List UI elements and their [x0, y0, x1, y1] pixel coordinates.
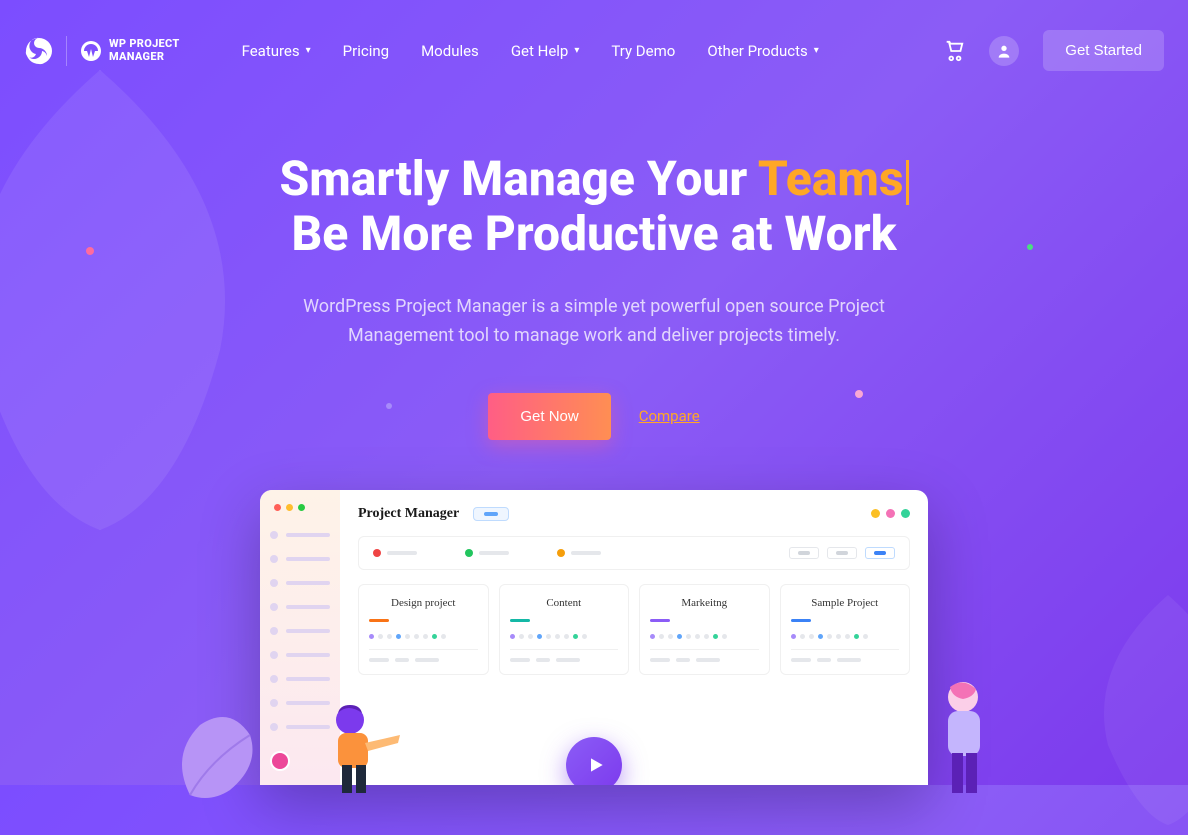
card-dots [369, 634, 478, 639]
decor-dot [855, 390, 863, 398]
nav-other-products[interactable]: Other Products ▾ [707, 42, 818, 60]
project-card: Content [499, 584, 630, 675]
mockup-tab [465, 547, 509, 559]
decor-dot [386, 403, 392, 409]
project-card: Markeitng [639, 584, 770, 675]
card-lines [369, 658, 478, 662]
nav-modules[interactable]: Modules [421, 42, 479, 60]
card-accent [510, 619, 530, 622]
project-card: Design project [358, 584, 489, 675]
minimize-dot [286, 504, 293, 511]
bg-leaf-right [1068, 585, 1188, 835]
typing-cursor [906, 160, 909, 205]
sidebar-item [270, 651, 330, 659]
hero-title-accent: Teams [758, 150, 904, 207]
view-chip-active [865, 547, 895, 559]
bg-leaf-left [0, 50, 300, 550]
header-dot [871, 509, 880, 518]
user-icon [996, 43, 1012, 59]
get-now-button[interactable]: Get Now [488, 393, 610, 440]
card-accent [369, 619, 389, 622]
play-video-button[interactable] [566, 737, 622, 785]
sidebar-item [270, 531, 330, 539]
view-chip [789, 547, 819, 559]
nav-label: Try Demo [611, 42, 675, 60]
nav-label: Get Help [511, 42, 569, 60]
cart-icon[interactable] [943, 40, 965, 62]
user-avatar[interactable] [989, 36, 1019, 66]
card-divider [369, 649, 478, 650]
header-actions: Get Started [943, 30, 1164, 71]
person-illustration-right [918, 675, 1008, 795]
decor-dot [86, 247, 94, 255]
chevron-down-icon: ▾ [306, 45, 311, 56]
brand-line1: WP PROJECT [109, 38, 180, 50]
card-title: Content [510, 597, 619, 609]
mockup-title: Project Manager [358, 506, 459, 522]
sidebar-item [270, 627, 330, 635]
window-traffic-lights [270, 504, 330, 511]
nav-get-help[interactable]: Get Help ▾ [511, 42, 580, 60]
card-dots [791, 634, 900, 639]
mockup-header-dots [871, 509, 910, 518]
card-title: Markeitng [650, 597, 759, 609]
card-dots [510, 634, 619, 639]
sidebar-item [270, 603, 330, 611]
sidebar-item [270, 579, 330, 587]
card-title: Design project [369, 597, 478, 609]
sidebar-item [270, 675, 330, 683]
mockup-tabs-right [789, 547, 895, 559]
mockup-tab [557, 547, 601, 559]
main-nav: Features ▾ Pricing Modules Get Help ▾ Tr… [242, 42, 819, 60]
header-dot [901, 509, 910, 518]
compare-link[interactable]: Compare [639, 407, 700, 425]
get-started-button[interactable]: Get Started [1043, 30, 1164, 71]
nav-pricing[interactable]: Pricing [343, 42, 389, 60]
mockup-tab [373, 547, 417, 559]
header-dot [886, 509, 895, 518]
mockup-tabs [358, 536, 910, 570]
mockup-header: Project Manager [358, 506, 910, 522]
play-icon [586, 755, 606, 775]
hero-subtitle: WordPress Project Manager is a simple ye… [254, 293, 934, 351]
chevron-down-icon: ▾ [574, 45, 579, 56]
mockup-tag-button [473, 507, 509, 521]
card-accent [791, 619, 811, 622]
hero-title-part1: Smartly Manage Your [279, 150, 757, 207]
nav-label: Other Products [707, 42, 807, 60]
card-accent [650, 619, 670, 622]
sidebar-item [270, 555, 330, 563]
close-dot [274, 504, 281, 511]
decor-dot [1027, 244, 1033, 250]
nav-try-demo[interactable]: Try Demo [611, 42, 675, 60]
view-chip [827, 547, 857, 559]
card-title: Sample Project [791, 597, 900, 609]
person-illustration-left [300, 695, 420, 795]
hero-title-part2: Be More Productive at Work [291, 205, 896, 262]
leaf-illustration [160, 705, 290, 805]
nav-label: Modules [421, 42, 479, 60]
card-dots [650, 634, 759, 639]
project-card: Sample Project [780, 584, 911, 675]
card-lines [791, 658, 900, 662]
maximize-dot [298, 504, 305, 511]
chevron-down-icon: ▾ [814, 45, 819, 56]
mockup-main: Project Manager Design project [340, 490, 928, 785]
mockup-cards-grid: Design project Content Markeitng Sample … [358, 584, 910, 675]
card-lines [510, 658, 619, 662]
card-divider [510, 649, 619, 650]
card-divider [650, 649, 759, 650]
card-divider [791, 649, 900, 650]
nav-label: Pricing [343, 42, 389, 60]
card-lines [650, 658, 759, 662]
